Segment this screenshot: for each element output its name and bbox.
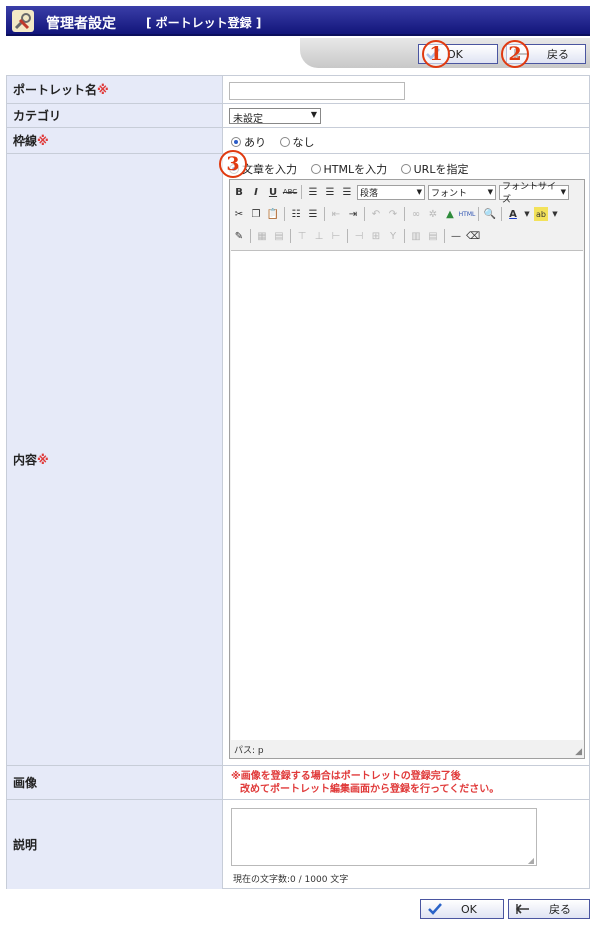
portlet-name-input[interactable] [229,82,405,100]
bold-icon[interactable]: B [232,185,246,199]
text-color-icon[interactable]: A [506,207,520,221]
align-left-icon[interactable]: ☰ [306,185,320,199]
align-right-icon[interactable]: ☰ [340,185,354,199]
outdent-icon[interactable]: ⇤ [329,207,343,221]
radio-empty-icon [310,164,321,174]
numbered-list-icon[interactable]: ☰ [306,207,320,221]
editor-toolbar-row-1: B I U ABC ☰ ☰ ☰ 段落 ▼ フォント ▼ フォントサイズ ▼ [232,182,569,205]
portlet-name-label: ポートレット名 [13,83,98,97]
font-select[interactable]: フォント ▼ [428,184,496,200]
split-cell-icon[interactable]: ⊞ [369,229,383,243]
edit-icon[interactable]: ✎ [232,229,246,243]
redo-icon[interactable]: ↷ [386,207,400,221]
resize-grip-icon[interactable]: ◢ [575,747,582,757]
row-border: 枠線 ※ あり なし [7,128,589,154]
link-icon[interactable]: ∞ [409,207,423,221]
html-source-icon[interactable]: HTML [459,207,476,221]
strikethrough-icon[interactable]: ABC [283,185,297,199]
row-props-icon[interactable]: ▤ [426,229,440,243]
preview-icon[interactable]: 🔍 [483,207,497,221]
cell-props-icon[interactable]: ▥ [409,229,423,243]
row-category: カテゴリ 未設定 ▼ [7,104,589,128]
align-center-icon[interactable]: ☰ [323,185,337,199]
required-mark: ※ [37,133,49,148]
rich-text-editor: B I U ABC ☰ ☰ ☰ 段落 ▼ フォント ▼ フォントサイズ ▼ ✂ ❐ 📋 [229,179,585,759]
description-label: 説明 [13,838,38,852]
row-content: 内容 ※ 文章を入力 HTMLを入力 URLを指定 3 B I U ABC ☰ ☰… [7,150,589,766]
chevron-down-icon: ▼ [310,110,317,119]
underline-icon[interactable]: U [266,185,280,199]
wrench-icon [12,10,34,32]
radio-checked-icon [231,137,241,147]
unlink-icon[interactable]: ✲ [426,207,440,221]
callout-badge-2: 2 [501,40,529,68]
callout-badge-3: 3 [219,150,247,178]
resize-grip-icon[interactable]: ◢ [528,856,534,865]
row-portlet-name: ポートレット名 ※ [7,76,589,104]
merge-cell-icon[interactable]: Y [386,229,400,243]
chevron-down-icon: ▼ [487,188,493,196]
row-image: 画像 ※画像を登録する場合はポートレットの登録完了後 改めてポートレット編集画面… [7,766,589,800]
indent-icon[interactable]: ⇥ [346,207,360,221]
horizontal-rule-icon[interactable]: — [449,229,463,243]
image-label: 画像 [13,776,38,790]
content-label: 内容 [13,453,38,467]
back-button-bottom[interactable]: 戻る [508,899,590,919]
paste-icon[interactable]: 📋 [266,207,280,221]
table-icon[interactable]: ▦ [255,229,269,243]
delete-row-icon[interactable]: ⊥ [312,229,326,243]
editor-toolbar-row-2: ✂ ❐ 📋 ☷ ☰ ⇤ ⇥ ↶ ↷ ∞ ✲ ▲ HTML 🔍 A ▼ ab ▼ [232,204,559,224]
undo-icon[interactable]: ↶ [369,207,383,221]
char-counter: 現在の文字数:0 / 1000 文字 [233,875,349,885]
back-arrow-icon [515,904,529,914]
insert-col-icon[interactable]: ⊢ [329,229,343,243]
bullet-list-icon[interactable]: ☷ [289,207,303,221]
font-size-select[interactable]: フォントサイズ ▼ [499,182,569,205]
callout-badge-1: 1 [422,40,450,68]
category-select[interactable]: 未設定 ▼ [229,108,321,125]
chevron-down-icon: ▼ [560,188,566,196]
italic-icon[interactable]: I [249,185,263,199]
editor-path: パス: p [234,746,264,756]
radio-empty-icon [400,164,411,174]
portlet-form: ポートレット名 ※ カテゴリ 未設定 ▼ 枠線 ※ あり なし 内容 ※ 文章を入力 … [6,75,590,889]
border-radio-off[interactable]: なし [279,134,315,150]
border-label: 枠線 [13,134,38,148]
page-subtitle: [ ポートレット登録 ] [146,16,262,30]
title-bar: 管理者設定 [ ポートレット登録 ] [6,6,590,36]
required-mark: ※ [37,452,49,467]
image-note: ※画像を登録する場合はポートレットの登録完了後 改めてポートレット編集画面から登… [231,771,500,795]
copy-icon[interactable]: ❐ [249,207,263,221]
row-description: 説明 ◢ 現在の文字数:0 / 1000 文字 [7,800,589,889]
mode-radio-html[interactable]: HTMLを入力 [310,161,387,177]
table-props-icon[interactable]: ▤ [272,229,286,243]
check-icon [428,903,442,915]
format-select[interactable]: 段落 ▼ [357,184,425,200]
chevron-down-icon[interactable]: ▼ [523,207,531,221]
mode-radio-url[interactable]: URLを指定 [400,161,468,177]
chevron-down-icon: ▼ [416,188,422,196]
category-label: カテゴリ [13,109,62,123]
highlight-color-icon[interactable]: ab [534,207,548,221]
cut-icon[interactable]: ✂ [232,207,246,221]
insert-row-icon[interactable]: ⊤ [295,229,309,243]
description-textarea[interactable]: ◢ [231,808,537,866]
required-mark: ※ [97,82,109,97]
border-radio-on[interactable]: あり [231,134,266,150]
editor-toolbar-row-3: ✎ ▦ ▤ ⊤ ⊥ ⊢ ⊣ ⊞ Y ▥ ▤ — ⌫ [232,226,480,246]
chevron-down-icon[interactable]: ▼ [551,207,559,221]
image-icon[interactable]: ▲ [443,207,457,221]
ok-button-bottom[interactable]: OK [420,899,504,919]
eraser-icon[interactable]: ⌫ [466,229,480,243]
editor-content-area[interactable] [231,250,583,740]
page-title: 管理者設定 [46,16,116,32]
radio-empty-icon [279,137,290,147]
delete-col-icon[interactable]: ⊣ [352,229,366,243]
